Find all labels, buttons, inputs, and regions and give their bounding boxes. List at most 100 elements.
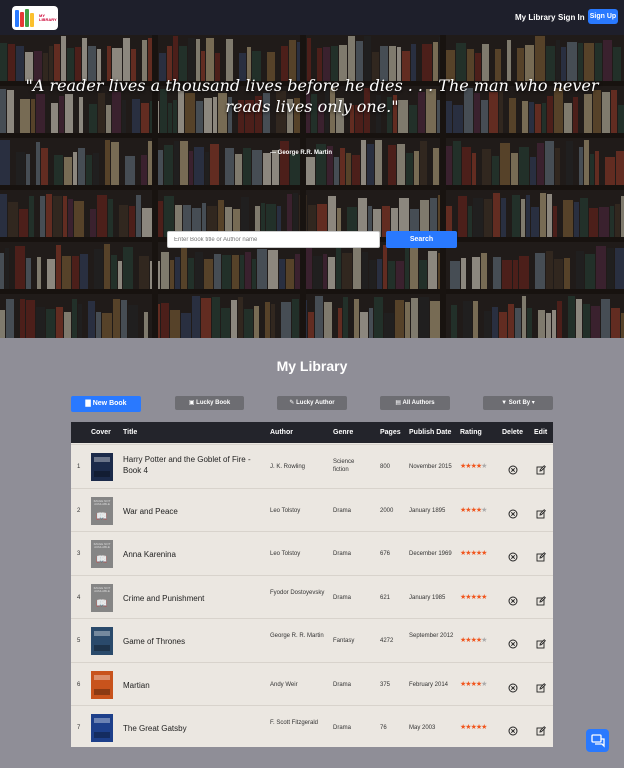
lucky-book-button[interactable]: ▣ Lucky Book [175, 396, 244, 410]
filter-icon: ▼ [501, 400, 509, 406]
rating-stars: ★★★★★ [460, 593, 487, 601]
book-pages: 375 [380, 681, 391, 688]
rating-stars: ★★★★★ [460, 506, 487, 514]
row-number: 1 [77, 464, 81, 470]
star-icon: ★ [481, 724, 487, 731]
book-publish-date: May 2003 [409, 725, 436, 731]
book-author: Fyodor Dostoyevsky [270, 589, 325, 596]
caret-down-icon: ▾ [530, 400, 535, 406]
nav-sign-in[interactable]: Sign In [558, 13, 585, 22]
delete-icon[interactable] [508, 636, 518, 649]
col-pages[interactable]: Pages [380, 429, 401, 436]
row-number: 6 [77, 681, 81, 688]
delete-icon[interactable] [508, 593, 518, 605]
id-card-icon: ▤ [395, 400, 403, 406]
rating-stars: ★★★★★ [460, 549, 487, 557]
new-book-label: New Book [92, 400, 127, 407]
cover-art [94, 674, 110, 680]
edit-icon[interactable] [536, 549, 546, 562]
book-genre: Drama [333, 594, 352, 601]
edit-icon[interactable] [536, 636, 546, 649]
book-pages: 76 [380, 725, 387, 731]
book-cover[interactable] [91, 670, 113, 699]
delete-icon[interactable] [508, 723, 518, 736]
table-row: 1 Harry Potter and the Goblet of Fire - B… [71, 444, 553, 487]
star-icon: ★ [481, 593, 487, 601]
book-cover[interactable]: IMAGE NOT AVAILABLE 📖 [91, 496, 113, 525]
sign-up-button[interactable]: Sign Up [588, 9, 618, 24]
chat-button[interactable] [586, 729, 609, 752]
book-cover[interactable]: IMAGE NOT AVAILABLE 📖 [91, 540, 113, 568]
book-genre: Drama [333, 725, 352, 731]
cover-art [94, 645, 110, 651]
lucky-author-button[interactable]: ✎ Lucky Author [277, 396, 347, 410]
col-genre[interactable]: Genre [333, 429, 353, 436]
col-author[interactable]: Author [270, 429, 293, 436]
book-title[interactable]: The Great Gatsby [123, 723, 263, 734]
book-title[interactable]: Harry Potter and the Goblet of Fire - Bo… [123, 454, 263, 476]
sort-by-label: Sort By [508, 400, 531, 406]
book-cover[interactable] [91, 453, 113, 481]
table-row: 4 IMAGE NOT AVAILABLE 📖 Crime and Punishmen… [71, 574, 553, 618]
book-title[interactable]: Anna Karenina [123, 549, 263, 560]
logo-book-red [20, 12, 24, 27]
book-cover[interactable] [91, 714, 113, 742]
book-publish-date: January 1985 [409, 594, 446, 601]
book-title[interactable]: Martian [123, 680, 263, 691]
book-author: Leo Tolstoy [270, 507, 301, 514]
hero-banner: "A reader lives a thousand lives before … [0, 35, 624, 338]
logo-text: MY LIBRARY [39, 13, 57, 22]
col-cover[interactable]: Cover [91, 429, 111, 436]
edit-icon[interactable] [536, 723, 546, 736]
logo-book-green [25, 9, 29, 27]
rating-stars: ★★★★★ [460, 462, 487, 470]
cover-placeholder-text: IMAGE NOT AVAILABLE [93, 498, 111, 506]
delete-icon[interactable] [508, 506, 518, 518]
book-title[interactable]: War and Peace [123, 506, 263, 517]
edit-icon[interactable] [536, 506, 546, 518]
star-icon: ★ [481, 506, 487, 514]
col-edit[interactable]: Edit [534, 429, 547, 436]
book-genre: Drama [333, 507, 352, 514]
books-table: Cover Title Author Genre Pages Publish D… [71, 422, 553, 747]
lucky-author-label: Lucky Author [296, 400, 335, 406]
logo-book-blue [15, 10, 19, 27]
book-publish-date: January 1895 [409, 507, 446, 514]
col-title[interactable]: Title [123, 429, 137, 436]
book-author: F. Scott Fitzgerald [270, 720, 319, 726]
delete-icon[interactable] [508, 462, 518, 475]
book-title[interactable]: Game of Thrones [123, 636, 263, 647]
open-book-icon: 📖 [96, 597, 108, 608]
col-publish-date[interactable]: Publish Date [409, 429, 451, 436]
col-delete[interactable]: Delete [502, 429, 523, 436]
search-input[interactable] [167, 231, 380, 248]
delete-icon[interactable] [508, 680, 518, 692]
book-pages: 800 [380, 464, 391, 470]
table-header: Cover Title Author Genre Pages Publish D… [71, 422, 553, 443]
cover-art [94, 718, 110, 723]
edit-icon[interactable] [536, 680, 546, 692]
book-author: George R. R. Martin [270, 633, 324, 639]
rating-stars: ★★★★★ [460, 636, 487, 644]
new-book-button[interactable]: ▇ New Book [71, 396, 141, 412]
nav-my-library[interactable]: My Library [515, 13, 555, 22]
all-authors-label: All Authors [402, 400, 435, 406]
open-book-icon: 📖 [96, 554, 108, 564]
book-cover[interactable] [91, 627, 113, 655]
edit-icon[interactable] [536, 593, 546, 605]
book-pages: 2000 [380, 507, 394, 514]
row-number: 7 [77, 725, 81, 731]
table-row: 2 IMAGE NOT AVAILABLE 📖 War and Peace Leo To… [71, 487, 553, 531]
star-icon: ★ [481, 637, 487, 644]
search-button[interactable]: Search [386, 231, 457, 248]
sort-by-button[interactable]: ▼ Sort By ▾ [483, 396, 553, 410]
book-title[interactable]: Crime and Punishment [123, 593, 263, 604]
book-pages: 4272 [380, 638, 394, 644]
book-pages: 621 [380, 594, 391, 601]
logo[interactable]: MY LIBRARY [12, 6, 58, 30]
book-cover[interactable]: IMAGE NOT AVAILABLE 📖 [91, 583, 113, 612]
edit-icon[interactable] [536, 462, 546, 475]
col-rating[interactable]: Rating [460, 429, 482, 436]
all-authors-button[interactable]: ▤ All Authors [380, 396, 450, 410]
delete-icon[interactable] [508, 549, 518, 562]
